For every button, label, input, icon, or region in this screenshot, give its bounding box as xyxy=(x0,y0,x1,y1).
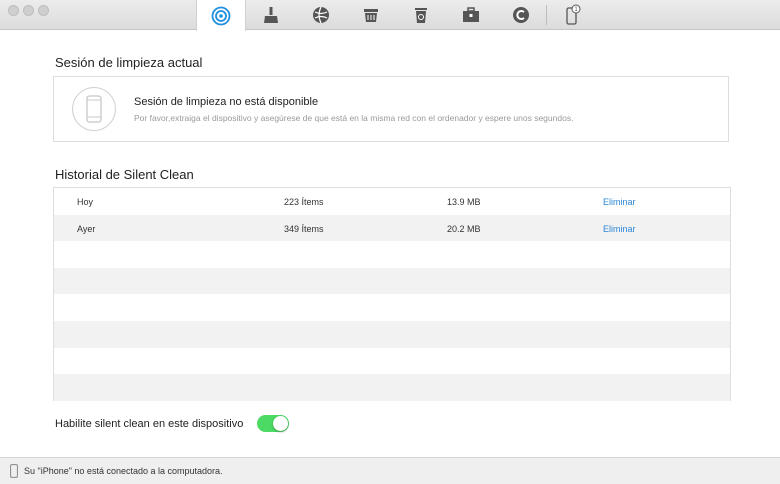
empty-row xyxy=(54,348,730,375)
device-icon: 1 xyxy=(566,4,581,25)
phone-status-icon xyxy=(10,464,18,478)
status-bar: Su "iPhone" no está conectado a la compu… xyxy=(0,457,780,484)
title-bar: 1 xyxy=(0,0,780,31)
close-window-button[interactable] xyxy=(8,5,19,16)
clean-icon xyxy=(513,7,529,23)
history-title: Historial de Silent Clean xyxy=(55,167,194,182)
delete-link[interactable]: Eliminar xyxy=(603,224,636,234)
toolbar-trash[interactable] xyxy=(396,0,446,30)
row-size: 13.9 MB xyxy=(447,197,481,207)
row-day: Ayer xyxy=(77,223,96,234)
toolbar-silent-clean[interactable] xyxy=(196,0,246,31)
toolbar-storage[interactable] xyxy=(346,0,396,30)
empty-row xyxy=(54,241,730,268)
delete-link[interactable]: Eliminar xyxy=(603,197,636,207)
minimize-window-button[interactable] xyxy=(23,5,34,16)
current-session-panel: Sesión de limpieza no está disponible Po… xyxy=(53,76,729,142)
empty-row xyxy=(54,294,730,321)
current-session-title: Sesión de limpieza actual xyxy=(55,55,203,70)
enable-silent-clean-label: Habilite silent clean en este dispositiv… xyxy=(55,418,244,430)
phone-icon xyxy=(72,87,116,131)
broom-icon xyxy=(264,7,278,23)
basket-icon xyxy=(364,9,378,22)
toolbox-icon xyxy=(463,7,479,22)
session-status-title: Sesión de limpieza no está disponible xyxy=(134,96,319,108)
table-row: Hoy 223 Ítems 13.9 MB Eliminar xyxy=(54,188,730,215)
toolbar-device[interactable]: 1 xyxy=(547,0,597,30)
toolbar-clean-all[interactable] xyxy=(496,0,546,30)
trash-icon xyxy=(415,8,427,23)
toolbar-cleanup[interactable] xyxy=(246,0,296,30)
zoom-window-button[interactable] xyxy=(38,5,49,16)
airdrop-icon xyxy=(211,6,231,25)
empty-row xyxy=(54,267,730,295)
table-row: Ayer 349 Ítems 20.2 MB Eliminar xyxy=(54,214,730,242)
empty-row xyxy=(54,374,730,401)
toggle-knob xyxy=(273,416,288,431)
main-toolbar: 1 xyxy=(196,0,597,31)
row-items: 223 Ítems xyxy=(284,197,324,207)
empty-row xyxy=(54,320,730,348)
row-size: 20.2 MB xyxy=(447,223,481,234)
history-table: Hoy 223 Ítems 13.9 MB Eliminar Ayer 349 … xyxy=(53,187,731,401)
row-day: Hoy xyxy=(77,197,94,207)
globe-icon xyxy=(313,6,329,24)
connection-status-text: Su "iPhone" no está conectado a la compu… xyxy=(24,466,223,476)
enable-silent-clean-toggle[interactable] xyxy=(257,415,289,432)
session-status-description: Por favor,extraiga el dispositivo y aseg… xyxy=(134,113,574,123)
row-items: 349 Ítems xyxy=(284,223,324,234)
toolbar-toolbox[interactable] xyxy=(446,0,496,30)
toolbar-internet[interactable] xyxy=(296,0,346,30)
